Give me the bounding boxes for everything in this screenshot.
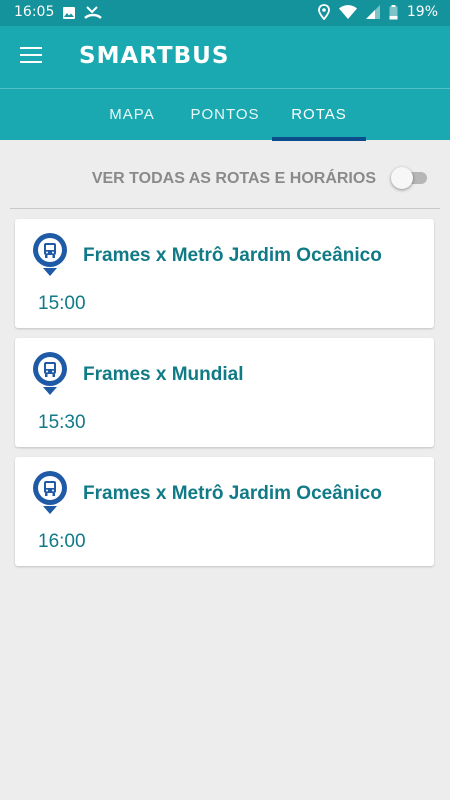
battery-percent: 19% xyxy=(406,4,438,20)
app-title: SMARTBUS xyxy=(79,43,230,69)
tab-pontos[interactable]: PONTOS xyxy=(180,89,270,141)
show-all-routes-label: VER TODAS AS ROTAS E HORÁRIOS xyxy=(91,170,376,187)
tab-rotas[interactable]: ROTAS xyxy=(272,89,366,141)
route-time: 15:30 xyxy=(38,412,86,433)
tab-mapa[interactable]: MAPA xyxy=(96,89,168,141)
route-name: Frames x Metrô Jardim Oceânico xyxy=(83,245,382,266)
route-card[interactable]: Frames x Metrô Jardim Oceânico 16:00 xyxy=(15,457,434,566)
image-icon xyxy=(63,7,75,19)
route-name: Frames x Metrô Jardim Oceânico xyxy=(83,483,382,504)
wifi-icon xyxy=(338,5,357,19)
divider xyxy=(10,208,440,209)
bus-stop-pin-icon xyxy=(33,471,67,514)
bus-stop-pin-icon xyxy=(33,233,67,276)
battery-icon xyxy=(389,4,398,19)
cell-signal-icon xyxy=(365,5,380,19)
toggle-thumb xyxy=(391,167,413,189)
tab-bar: MAPA PONTOS ROTAS xyxy=(0,88,450,141)
route-card[interactable]: Frames x Mundial 15:30 xyxy=(15,338,434,447)
status-left-icons xyxy=(62,5,102,21)
route-time: 15:00 xyxy=(38,293,86,314)
status-right-icons: 19% xyxy=(317,4,438,20)
hamburger-menu-icon[interactable] xyxy=(20,47,42,65)
missed-call-icon xyxy=(84,6,102,19)
active-tab-indicator xyxy=(272,137,366,141)
location-icon xyxy=(317,4,330,20)
app-bar: SMARTBUS xyxy=(0,26,450,88)
status-bar: 16:05 19% xyxy=(0,0,450,26)
status-time: 16:05 xyxy=(14,4,55,20)
route-time: 16:00 xyxy=(38,531,86,552)
route-card[interactable]: Frames x Metrô Jardim Oceânico 15:00 xyxy=(15,219,434,328)
bus-stop-pin-icon xyxy=(33,352,67,395)
show-all-routes-toggle[interactable] xyxy=(391,167,427,189)
show-all-routes-row: VER TODAS AS ROTAS E HORÁRIOS xyxy=(0,158,450,198)
route-name: Frames x Mundial xyxy=(83,364,244,385)
